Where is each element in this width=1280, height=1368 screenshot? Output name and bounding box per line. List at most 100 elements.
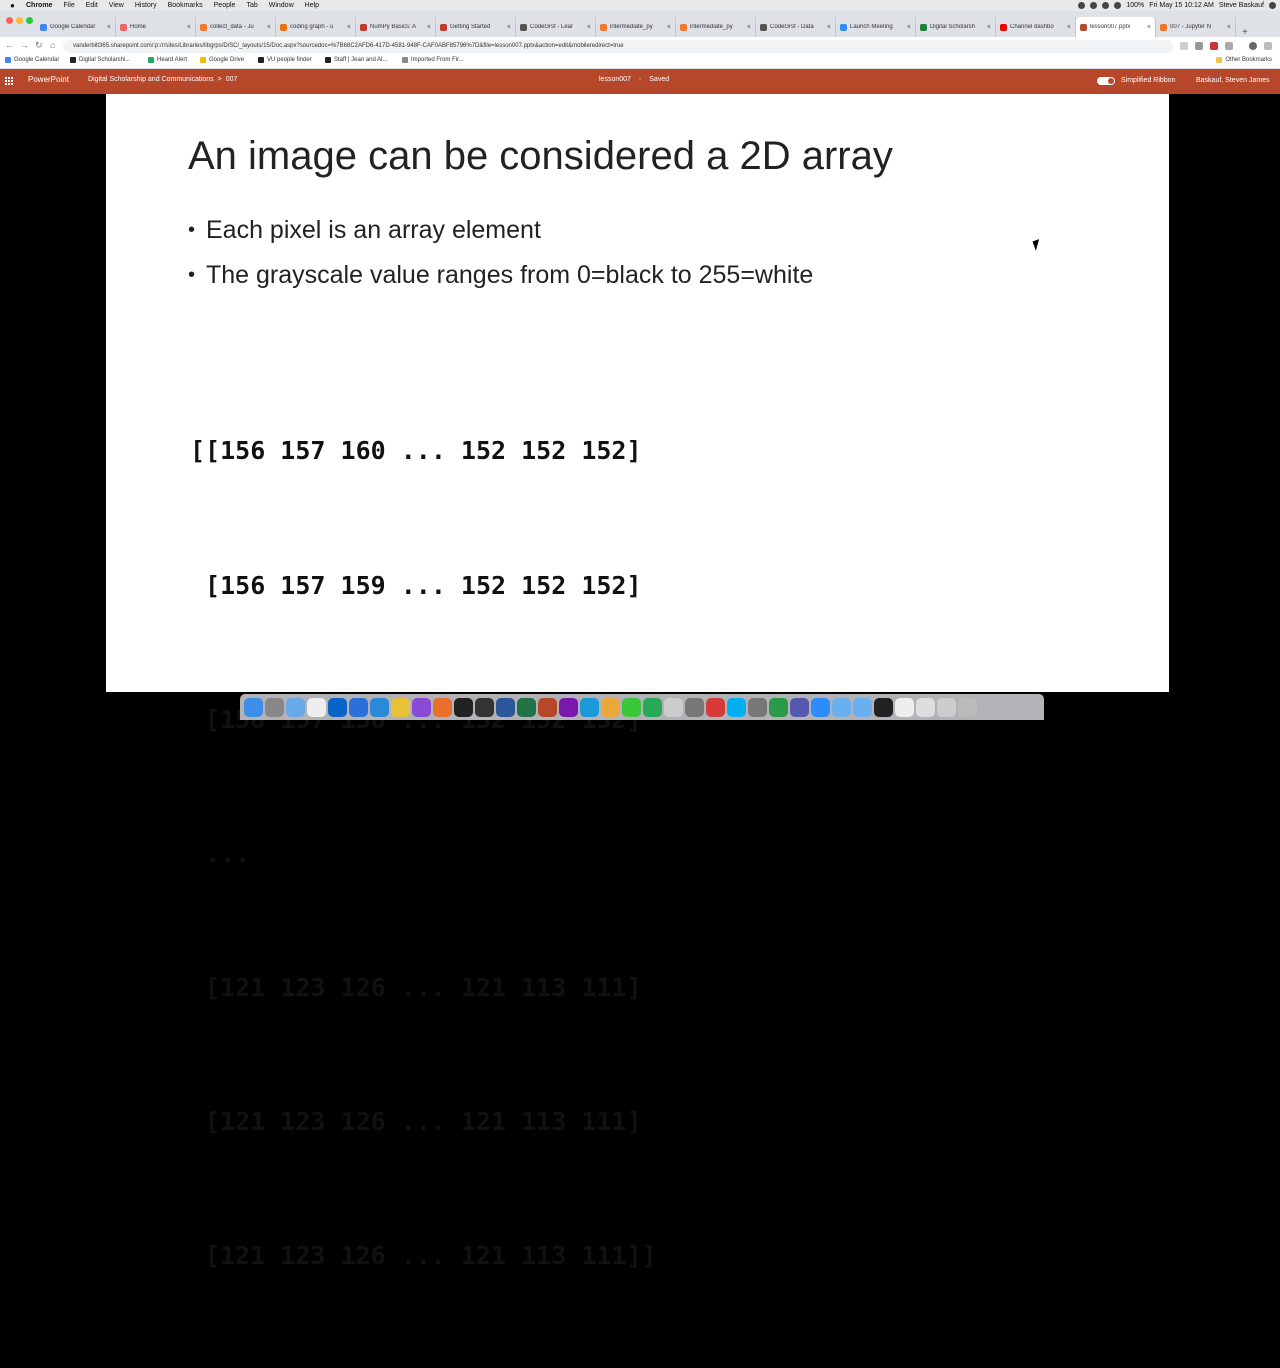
- window3-icon[interactable]: [937, 697, 956, 717]
- app-icon[interactable]: [412, 697, 431, 717]
- launchpad-icon[interactable]: [265, 697, 284, 717]
- tab-close-icon[interactable]: ×: [507, 24, 511, 31]
- breadcrumb-folder[interactable]: 007: [226, 76, 238, 83]
- app5-icon[interactable]: [769, 697, 788, 717]
- safari-icon[interactable]: [286, 697, 305, 717]
- firefox-icon[interactable]: [433, 697, 452, 717]
- word-icon[interactable]: [496, 697, 515, 717]
- app-name[interactable]: PowerPoint: [28, 75, 69, 84]
- tab-close-icon[interactable]: ×: [347, 24, 351, 31]
- clock[interactable]: Fri May 15 10:12 AM: [1149, 2, 1214, 9]
- profile-icon[interactable]: [1249, 42, 1257, 50]
- home-icon[interactable]: ⌂: [50, 40, 55, 50]
- browser-tab[interactable]: NumPy Basics: A ×: [356, 17, 436, 37]
- status-icon[interactable]: [1090, 2, 1098, 9]
- bookmark-item[interactable]: Imported From Fir...: [402, 57, 464, 63]
- menu-window[interactable]: Window: [269, 2, 294, 9]
- folder2-icon[interactable]: [853, 697, 872, 717]
- menu-icon[interactable]: [1264, 42, 1272, 50]
- extension-icon[interactable]: [1225, 42, 1233, 50]
- browser-tab[interactable]: CodeGrsf - Data ×: [756, 17, 836, 37]
- chrome-icon[interactable]: [391, 697, 410, 717]
- extension-icon[interactable]: [1210, 42, 1218, 50]
- bookmark-item[interactable]: Digital Scholarshi...: [70, 57, 130, 63]
- bookmark-item[interactable]: Staff | Jean and Al...: [325, 57, 387, 63]
- tab-close-icon[interactable]: ×: [1147, 24, 1151, 31]
- menu-file[interactable]: File: [63, 2, 74, 9]
- music-icon[interactable]: [664, 697, 683, 717]
- menu-bookmarks[interactable]: Bookmarks: [168, 2, 203, 9]
- vscode-icon[interactable]: [370, 697, 389, 717]
- browser-tab[interactable]: collect_data - Ju ×: [196, 17, 276, 37]
- simplified-ribbon-toggle[interactable]: [1097, 77, 1115, 85]
- app4-icon[interactable]: [748, 697, 767, 717]
- menu-chrome[interactable]: Chrome: [26, 2, 52, 9]
- slide-title[interactable]: An image can be considered a 2D array: [188, 134, 893, 179]
- app3-icon[interactable]: [706, 697, 725, 717]
- zoom-window-icon[interactable]: [26, 17, 33, 24]
- browser-tab[interactable]: Getting Started ×: [436, 17, 516, 37]
- zoom-icon[interactable]: [811, 697, 830, 717]
- array-code-block[interactable]: [[156 157 160 ... 152 152 152] [156 157 …: [190, 340, 657, 1368]
- tab-close-icon[interactable]: ×: [107, 24, 111, 31]
- finder-icon[interactable]: [244, 697, 263, 717]
- tab-close-icon[interactable]: ×: [907, 24, 911, 31]
- window-icon[interactable]: [895, 697, 914, 717]
- teams-icon[interactable]: [790, 697, 809, 717]
- extension-icon[interactable]: [1195, 42, 1203, 50]
- browser-tab[interactable]: Digital Scholarsh ×: [916, 17, 996, 37]
- photos-icon[interactable]: [601, 697, 620, 717]
- trash-icon[interactable]: [958, 697, 977, 717]
- bookmark-item[interactable]: Google Calendar: [5, 57, 59, 63]
- bookmark-item[interactable]: Heard Alert: [148, 57, 187, 63]
- menu-view[interactable]: View: [109, 2, 124, 9]
- address-bar[interactable]: vanderbilt365.sharepoint.com/:p:/r/sites…: [63, 40, 1173, 53]
- browser-tab[interactable]: Channel dashbo ×: [996, 17, 1076, 37]
- menu-history[interactable]: History: [135, 2, 157, 9]
- menu-help[interactable]: Help: [305, 2, 319, 9]
- powerpoint-icon[interactable]: [538, 697, 557, 717]
- forward-icon[interactable]: →: [20, 40, 29, 50]
- folder-icon[interactable]: [832, 697, 851, 717]
- vanderbilt-icon[interactable]: [874, 697, 893, 717]
- slide-canvas[interactable]: An image can be considered a 2D array • E…: [106, 94, 1169, 1270]
- browser-tab[interactable]: intermediate_py ×: [596, 17, 676, 37]
- browser-tab[interactable]: lesson007.pptx ×: [1076, 17, 1156, 37]
- tab-close-icon[interactable]: ×: [427, 24, 431, 31]
- wifi-icon[interactable]: [1102, 2, 1110, 9]
- user-name[interactable]: Steve Baskauf: [1219, 2, 1264, 9]
- bookmark-item[interactable]: VU people finder: [258, 57, 312, 63]
- search-icon[interactable]: [1269, 2, 1276, 9]
- window2-icon[interactable]: [916, 697, 935, 717]
- extension-icon[interactable]: [1180, 42, 1188, 50]
- bullet-list[interactable]: • Each pixel is an array element • The gra…: [188, 208, 813, 298]
- account-name[interactable]: Baskauf, Steven James: [1196, 77, 1270, 84]
- reload-icon[interactable]: ↻: [35, 40, 43, 51]
- volume-icon[interactable]: [1114, 2, 1122, 9]
- menu-tab[interactable]: Tab: [246, 2, 257, 9]
- app2-icon[interactable]: [580, 697, 599, 717]
- close-window-icon[interactable]: [6, 17, 13, 24]
- browser-tab[interactable]: Launch Meeting ×: [836, 17, 916, 37]
- tab-close-icon[interactable]: ×: [1227, 24, 1231, 31]
- browser-tab[interactable]: Home ×: [116, 17, 196, 37]
- messages-icon[interactable]: [622, 697, 641, 717]
- bookmark-item[interactable]: Google Drive: [200, 57, 244, 63]
- tab-close-icon[interactable]: ×: [1067, 24, 1071, 31]
- excel-icon[interactable]: [517, 697, 536, 717]
- prefs-icon[interactable]: [685, 697, 704, 717]
- tab-close-icon[interactable]: ×: [667, 24, 671, 31]
- browser-tab[interactable]: coding graph - u ×: [276, 17, 356, 37]
- terminal2-icon[interactable]: [475, 697, 494, 717]
- menu-edit[interactable]: Edit: [86, 2, 98, 9]
- minimize-window-icon[interactable]: [16, 17, 23, 24]
- status-icon[interactable]: [1078, 2, 1086, 9]
- tab-close-icon[interactable]: ×: [187, 24, 191, 31]
- browser-tab[interactable]: 007 - Jupyter N ×: [1156, 17, 1236, 37]
- onenote-icon[interactable]: [559, 697, 578, 717]
- back-icon[interactable]: ←: [5, 40, 14, 50]
- browser-tab[interactable]: CodeGrsf - Lear ×: [516, 17, 596, 37]
- facetime-icon[interactable]: [643, 697, 662, 717]
- tab-close-icon[interactable]: ×: [987, 24, 991, 31]
- apple-icon[interactable]: ●: [10, 1, 18, 10]
